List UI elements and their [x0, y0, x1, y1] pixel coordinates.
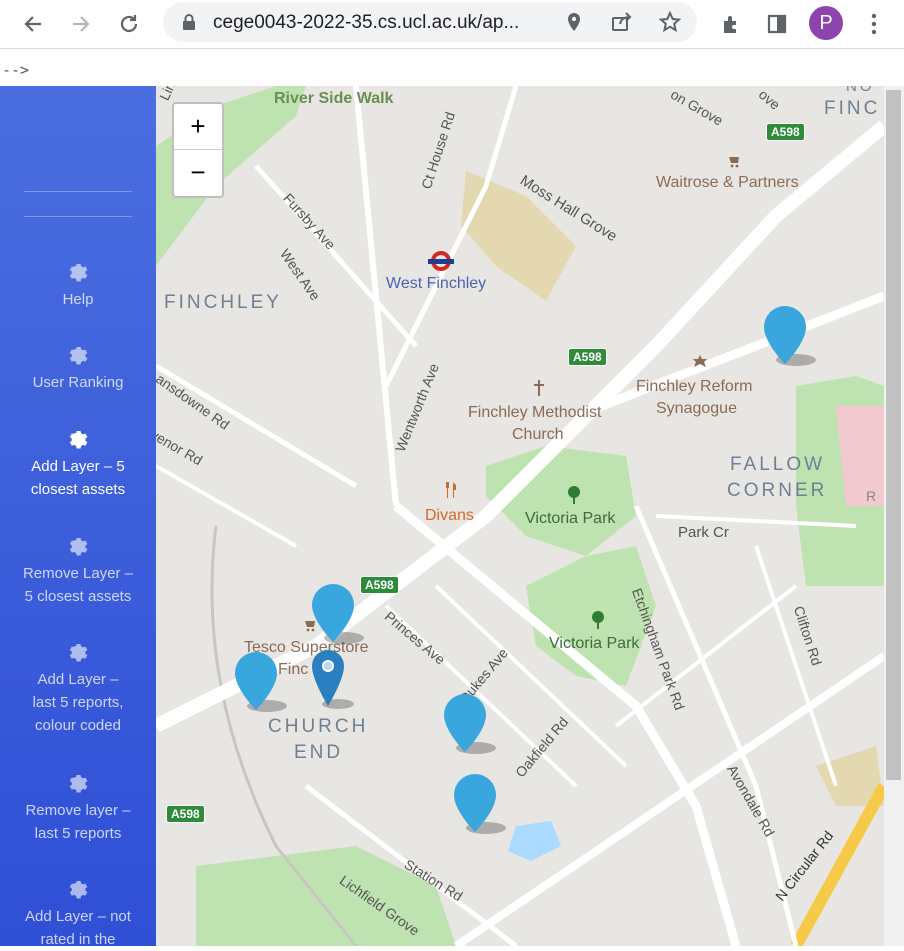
- forward-icon[interactable]: [65, 8, 97, 40]
- gear-icon: [69, 431, 88, 449]
- map-label: FINC: [824, 98, 881, 119]
- scrollbar-thumb[interactable]: [886, 90, 901, 780]
- sidepanel-icon[interactable]: [761, 8, 793, 40]
- map-label: R: [866, 488, 877, 504]
- location-icon[interactable]: [562, 10, 586, 34]
- sidebar-item-label: Add Layer – 5 closest assets: [30, 458, 126, 498]
- map-canvas[interactable]: River Side Walk Linksid Ct House Rd Furs…: [156, 86, 884, 946]
- map-label: CHURCH: [268, 716, 369, 737]
- browser-toolbar: cege0043-2022-35.cs.ucl.ac.uk/ap... P: [0, 0, 904, 49]
- shop-icon: [729, 157, 739, 168]
- extensions-icon[interactable]: [715, 8, 747, 40]
- map-label: West Finchley: [386, 275, 487, 292]
- gear-icon: [69, 644, 88, 662]
- map-label: Finchley Reform: [636, 378, 753, 395]
- sidebar-item-remove-layer-closest[interactable]: Remove Layer – 5 closest assets: [0, 535, 156, 608]
- asset-marker[interactable]: [310, 582, 374, 648]
- synagogue-icon: [693, 355, 707, 367]
- sidebar-item-user-ranking[interactable]: User Ranking: [0, 344, 156, 394]
- profile-avatar[interactable]: P: [809, 6, 843, 40]
- map-label: Park Cr: [678, 524, 729, 541]
- map-label: Finchley Methodist: [468, 404, 602, 421]
- asset-marker[interactable]: [233, 650, 297, 716]
- map-label: NO: [846, 86, 875, 95]
- reload-icon[interactable]: [113, 8, 145, 40]
- menu-icon[interactable]: [858, 8, 890, 40]
- sidebar-item-label: Add Layer – not rated in the: [25, 908, 131, 948]
- sidebar: Help User Ranking Add Layer – 5 closest …: [0, 86, 156, 948]
- map-label: Victoria Park: [525, 510, 616, 527]
- sidebar-item-add-layer-reports[interactable]: Add Layer – last 5 reports, colour coded: [0, 641, 156, 737]
- zoom-control: + −: [172, 102, 224, 198]
- address-bar[interactable]: cege0043-2022-35.cs.ucl.ac.uk/ap...: [163, 2, 697, 42]
- sidebar-item-help[interactable]: Help: [0, 261, 156, 311]
- map-label: Church: [512, 426, 564, 443]
- star-icon[interactable]: [658, 10, 682, 34]
- zoom-in-button[interactable]: +: [174, 104, 222, 150]
- road-shield: A598: [766, 123, 805, 141]
- map-label: Synagogue: [656, 400, 737, 417]
- gear-icon: [69, 264, 88, 282]
- gear-icon: [69, 775, 88, 793]
- map-basemap: [156, 86, 884, 946]
- map-label: END: [294, 742, 344, 763]
- gear-icon: [69, 347, 88, 365]
- map-label: Waitrose & Partners: [656, 174, 799, 191]
- gear-icon: [69, 881, 88, 899]
- sidebar-item-add-layer-closest[interactable]: Add Layer – 5 closest assets: [0, 428, 156, 501]
- sidebar-item-remove-layer-reports[interactable]: Remove layer – last 5 reports: [0, 772, 156, 845]
- gear-icon: [69, 538, 88, 556]
- map-label: Divans: [425, 507, 474, 524]
- map-label: CORNER: [727, 480, 828, 501]
- sidebar-item-label: Remove layer – last 5 reports: [25, 802, 131, 842]
- map-label: FALLOW: [730, 454, 826, 475]
- zoom-out-button[interactable]: −: [174, 150, 222, 195]
- sidebar-item-add-layer-not-rated[interactable]: Add Layer – not rated in the: [0, 878, 156, 951]
- underground-icon: [428, 251, 454, 271]
- url-text[interactable]: cege0043-2022-35.cs.ucl.ac.uk/ap...: [213, 12, 543, 34]
- map-label: FINCHLEY: [164, 292, 282, 313]
- back-icon[interactable]: [17, 8, 49, 40]
- map-label: Victoria Park: [549, 635, 640, 652]
- asset-marker[interactable]: [452, 772, 516, 838]
- tree-icon: [592, 611, 604, 629]
- sidebar-divider: [24, 216, 132, 217]
- church-icon: [534, 380, 544, 396]
- share-icon[interactable]: [610, 10, 634, 34]
- restaurant-icon: [446, 482, 456, 498]
- sidebar-divider: [24, 191, 132, 192]
- sidebar-item-label: User Ranking: [32, 374, 124, 391]
- sidebar-item-label: Add Layer – last 5 reports, colour coded: [32, 671, 124, 734]
- tree-icon: [568, 486, 580, 504]
- user-location-marker[interactable]: [310, 648, 364, 714]
- asset-marker[interactable]: [442, 692, 506, 758]
- sidebar-item-label: Help: [62, 291, 94, 308]
- sidebar-item-label: Remove Layer – 5 closest assets: [22, 565, 134, 605]
- road-shield: A598: [166, 805, 205, 823]
- road-shield: A598: [568, 348, 607, 366]
- html-comment-artifact: -->: [2, 61, 30, 79]
- map-label: River Side Walk: [274, 90, 394, 107]
- lock-icon[interactable]: [177, 10, 201, 34]
- asset-marker[interactable]: [762, 304, 826, 370]
